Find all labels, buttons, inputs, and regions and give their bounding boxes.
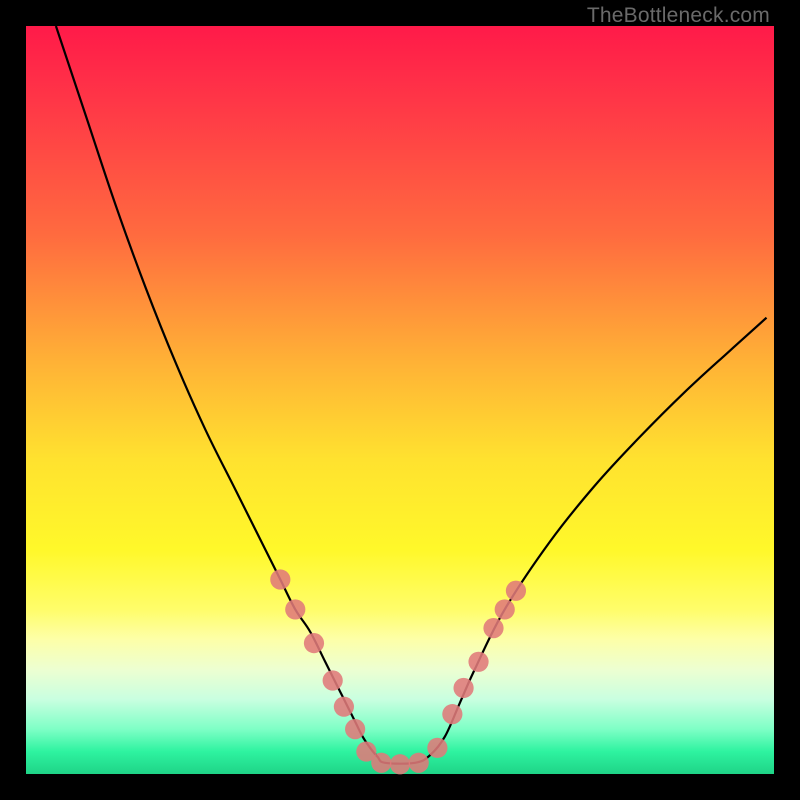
- plot-area: [26, 26, 774, 774]
- bottleneck-curve: [56, 26, 767, 764]
- highlight-dot: [371, 753, 391, 773]
- chart-stage: TheBottleneck.com: [0, 0, 800, 800]
- highlight-dot: [453, 678, 473, 698]
- highlight-dot: [483, 618, 503, 638]
- highlight-dot: [304, 633, 324, 653]
- highlight-dot: [270, 569, 290, 589]
- highlight-dot: [285, 599, 305, 619]
- highlight-dot: [506, 581, 526, 601]
- highlight-dot: [334, 697, 354, 717]
- curve-svg: [26, 26, 774, 774]
- highlight-dot: [390, 754, 410, 774]
- highlight-dot: [409, 753, 429, 773]
- highlight-dot: [442, 704, 462, 724]
- watermark-text: TheBottleneck.com: [587, 4, 770, 28]
- highlight-dot: [468, 652, 488, 672]
- highlight-dot: [323, 670, 343, 690]
- highlight-dots: [270, 569, 526, 774]
- highlight-dot: [495, 599, 515, 619]
- highlight-dot: [427, 738, 447, 758]
- highlight-dot: [345, 719, 365, 739]
